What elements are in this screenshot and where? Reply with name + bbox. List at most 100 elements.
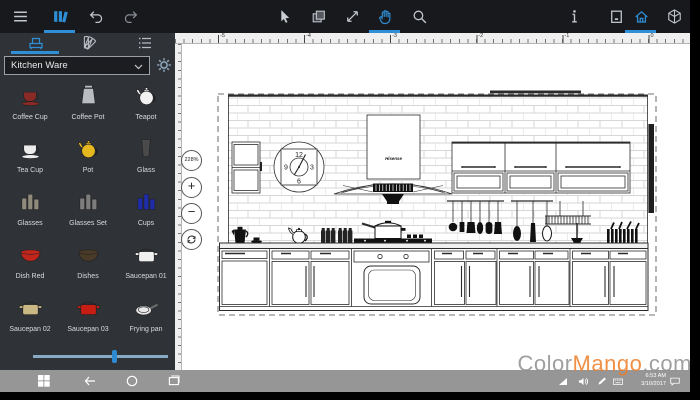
action-center-icon[interactable] xyxy=(670,377,680,386)
redo-icon[interactable] xyxy=(122,8,139,25)
library-sidebar: Kitchen Ware Coffee CupCoffee PotTeapot T… xyxy=(0,33,175,370)
library-item-label: Tea Cup xyxy=(1,167,59,174)
zoom-level-label: 228% xyxy=(184,157,198,163)
library-item-glasses-set[interactable]: Glasses Set xyxy=(59,186,117,239)
library-item-saucepan-02[interactable]: Saucepan 02 xyxy=(1,292,59,345)
pan-icon xyxy=(134,295,159,319)
library-item-tea-cup[interactable]: Tea Cup xyxy=(1,133,59,186)
undo-icon[interactable] xyxy=(88,8,105,25)
clock-9: 9 xyxy=(284,165,288,172)
ruler-label: 0 xyxy=(651,33,654,39)
zoom-in-button[interactable]: + xyxy=(181,177,202,198)
cup-icon xyxy=(18,83,43,107)
category-dropdown[interactable]: Kitchen Ware xyxy=(4,56,150,75)
clock-date: 3/10/2017 xyxy=(628,381,666,389)
3d-view-icon[interactable] xyxy=(666,8,683,25)
library-item-glasses[interactable]: Glasses xyxy=(1,186,59,239)
kettle-icon xyxy=(76,83,101,107)
library-item-label: Glass xyxy=(117,167,175,174)
active-tab-underline xyxy=(11,51,59,54)
info-icon[interactable] xyxy=(566,8,583,25)
library-item-coffee-pot[interactable]: Coffee Pot xyxy=(59,80,117,133)
clock-6: 6 xyxy=(297,179,301,186)
bowl-icon xyxy=(18,242,43,266)
ruler-label: -4 xyxy=(306,33,311,39)
library-item-dish-red[interactable]: Dish Red xyxy=(1,239,59,292)
copy-layers-icon[interactable] xyxy=(310,8,327,25)
stack-icon xyxy=(134,189,159,213)
bowl-icon xyxy=(76,242,101,266)
library-item-glass[interactable]: Glass xyxy=(117,133,175,186)
pen-icon[interactable] xyxy=(597,377,607,386)
tab-list-icon[interactable] xyxy=(136,34,154,52)
tab-materials-palette-icon[interactable] xyxy=(81,34,99,52)
hood-brand-label: Hisense xyxy=(385,156,402,161)
library-grid: Coffee CupCoffee PotTeapotTea CupPotGlas… xyxy=(0,80,175,350)
ruler-label: -1 xyxy=(564,33,569,39)
pan-hand-icon[interactable] xyxy=(377,8,394,25)
library-scrollbar[interactable] xyxy=(33,355,168,358)
library-item-label: Pot xyxy=(59,167,117,174)
library-item-label: Coffee Cup xyxy=(1,114,59,121)
zoom-level-button[interactable]: 228% xyxy=(181,150,202,171)
library-scrollbar-thumb[interactable] xyxy=(112,350,117,363)
network-icon[interactable] xyxy=(558,377,568,386)
glass-icon xyxy=(134,136,159,160)
ruler-label: -2 xyxy=(478,33,483,39)
zoom-out-button[interactable]: − xyxy=(181,203,202,224)
vertical-ruler xyxy=(175,44,182,370)
frame-icon[interactable] xyxy=(608,8,625,25)
kitchen-elevation-drawing: 12 3 6 9 Hisense xyxy=(215,90,660,320)
keyboard-icon[interactable] xyxy=(613,377,623,386)
library-item-label: Saucepan 02 xyxy=(1,326,59,333)
category-dropdown-value: Kitchen Ware xyxy=(11,60,68,71)
saucepan-icon xyxy=(134,242,159,266)
cup-icon xyxy=(18,136,43,160)
search-icon[interactable] xyxy=(411,8,428,25)
library-item-dishes[interactable]: Dishes xyxy=(59,239,117,292)
library-item-label: Dish Red xyxy=(1,273,59,280)
sidebar-tabs xyxy=(0,33,175,53)
start-button-windows-icon[interactable] xyxy=(38,375,50,387)
reset-view-button[interactable] xyxy=(181,229,202,250)
refresh-icon xyxy=(186,234,197,245)
library-item-cups[interactable]: Cups xyxy=(117,186,175,239)
gear-icon[interactable] xyxy=(155,56,173,74)
teapot-icon xyxy=(134,83,159,107)
pointer-icon[interactable] xyxy=(276,8,293,25)
cortana-circle-icon[interactable] xyxy=(126,375,138,387)
library-item-label: Frying pan xyxy=(117,326,175,333)
chevron-down-icon xyxy=(134,64,143,70)
clock-3: 3 xyxy=(310,165,314,172)
library-item-label: Coffee Pot xyxy=(59,114,117,121)
library-item-pot[interactable]: Pot xyxy=(59,133,117,186)
back-button-arrow-icon[interactable] xyxy=(84,375,96,387)
library-item-coffee-cup[interactable]: Coffee Cup xyxy=(1,80,59,133)
library-item-label: Dishes xyxy=(59,273,117,280)
library-item-label: Cups xyxy=(117,220,175,227)
stack-icon xyxy=(18,189,43,213)
library-item-label: Saucepan 01 xyxy=(117,273,175,280)
watermark-mango: Mango xyxy=(573,351,643,376)
library-item-label: Glasses xyxy=(1,220,59,227)
tab-furniture-armchair-icon[interactable] xyxy=(27,34,45,52)
ruler-label: -3 xyxy=(392,33,397,39)
home-icon[interactable] xyxy=(633,8,650,25)
library-icon[interactable] xyxy=(52,8,69,25)
scale-icon[interactable] xyxy=(344,8,361,25)
bottom-screen-bezel xyxy=(0,392,690,400)
menu-icon[interactable] xyxy=(12,8,29,25)
volume-icon[interactable] xyxy=(578,377,588,386)
library-item-saucepan-01[interactable]: Saucepan 01 xyxy=(117,239,175,292)
library-item-saucepan-03[interactable]: Saucepan 03 xyxy=(59,292,117,345)
right-screen-bezel xyxy=(690,0,700,400)
library-item-label: Glasses Set xyxy=(59,220,117,227)
library-item-frying-pan[interactable]: Frying pan xyxy=(117,292,175,345)
task-view-icon[interactable] xyxy=(168,375,180,387)
stack-icon xyxy=(76,189,101,213)
saucepan-icon xyxy=(18,295,43,319)
drawing-canvas-area: -5-4-3-2-10 xyxy=(175,33,690,370)
library-item-teapot[interactable]: Teapot xyxy=(117,80,175,133)
library-item-label: Teapot xyxy=(117,114,175,121)
library-item-label: Saucepan 03 xyxy=(59,326,117,333)
